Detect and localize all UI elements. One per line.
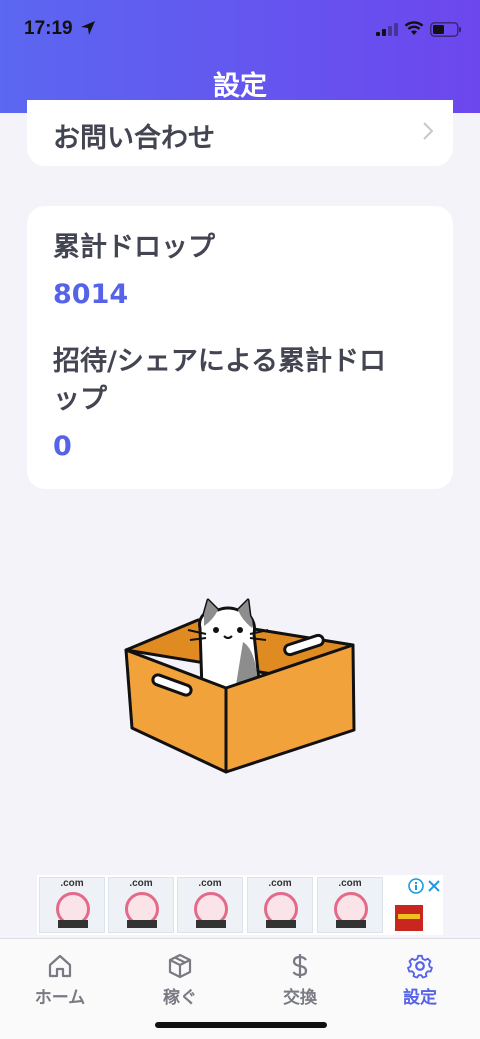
tab-earn[interactable]: 稼ぐ bbox=[120, 939, 240, 1009]
box-icon bbox=[168, 953, 192, 979]
signal-icon bbox=[376, 23, 398, 36]
stats-card: 累計ドロップ 8014 招待/シェアによる累計ドロ ップ 0 bbox=[27, 206, 453, 489]
ad-thumbnail[interactable]: .com bbox=[247, 877, 313, 933]
ad-thumbnail[interactable]: .com bbox=[39, 877, 105, 933]
tab-earn-label: 稼ぐ bbox=[163, 988, 197, 1008]
gear-icon bbox=[407, 954, 433, 979]
total-drops-label: 累計ドロップ bbox=[53, 232, 215, 263]
battery-icon bbox=[430, 22, 461, 37]
invite-drops-label-line2: ップ bbox=[53, 384, 107, 415]
tab-settings-label: 設定 bbox=[403, 988, 437, 1008]
invite-drops-value: 0 bbox=[53, 431, 72, 462]
contact-label: お問い合わせ bbox=[53, 123, 215, 154]
home-icon bbox=[48, 954, 72, 978]
tab-settings[interactable]: 設定 bbox=[360, 939, 480, 1009]
tab-exchange[interactable]: 交換 bbox=[240, 939, 360, 1009]
ad-logo bbox=[395, 905, 423, 931]
ad-thumbnail[interactable]: .com bbox=[177, 877, 243, 933]
chevron-right-icon bbox=[423, 122, 433, 140]
ad-thumbnail[interactable]: .com bbox=[108, 877, 174, 933]
ad-thumbnail[interactable]: .com bbox=[317, 877, 383, 933]
ad-close-icon[interactable] bbox=[427, 879, 441, 893]
location-arrow-icon bbox=[81, 21, 95, 35]
wifi-icon bbox=[404, 21, 424, 35]
tab-home[interactable]: ホーム bbox=[0, 939, 120, 1009]
cat-in-box-illustration bbox=[124, 598, 356, 774]
ad-info-icon[interactable] bbox=[408, 878, 424, 894]
ad-banner[interactable]: .com .com .com .com .com bbox=[37, 875, 443, 935]
tab-home-label: ホーム bbox=[34, 988, 86, 1008]
dollar-icon bbox=[292, 954, 308, 978]
tab-exchange-label: 交換 bbox=[283, 988, 317, 1008]
total-drops-value: 8014 bbox=[53, 279, 129, 310]
status-bar: 17:19 bbox=[0, 0, 480, 56]
app-header: 17:19 設定 bbox=[0, 0, 480, 113]
invite-drops-label-line1: 招待/シェアによる累計ドロ bbox=[53, 346, 387, 377]
status-time: 17:19 bbox=[24, 18, 73, 39]
contact-row[interactable]: お問い合わせ bbox=[27, 100, 453, 166]
home-indicator bbox=[155, 1022, 327, 1028]
page-title: 設定 bbox=[213, 71, 267, 102]
